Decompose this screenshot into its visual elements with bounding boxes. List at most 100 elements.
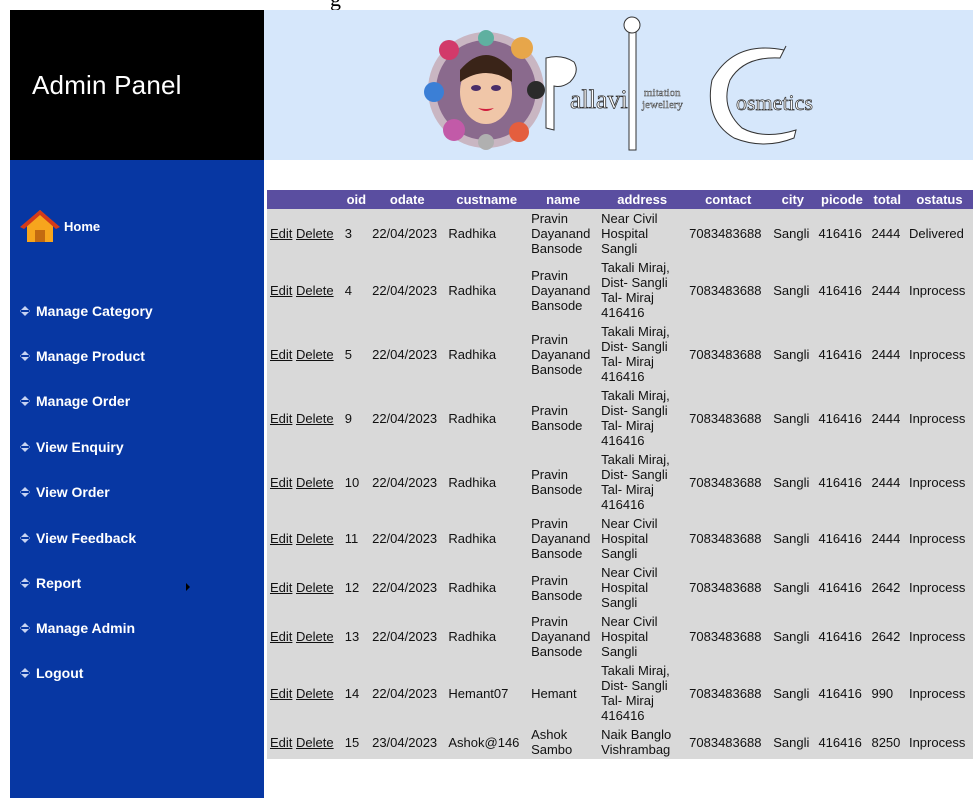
address-line: Tal- Miraj xyxy=(601,693,654,708)
sidebar-item-report[interactable]: Report xyxy=(18,575,81,591)
sidebar-item-manage-order[interactable]: Manage Order xyxy=(18,393,130,409)
cell-oid: 11 xyxy=(344,531,359,546)
delete-link[interactable]: Delete xyxy=(296,531,334,546)
cell-custname: Radhika xyxy=(448,226,497,241)
row-actions: Edit Delete xyxy=(267,322,342,386)
submenu-arrow-icon[interactable] xyxy=(186,583,190,591)
delete-link[interactable]: Delete xyxy=(296,629,334,644)
address-line: Near Civil xyxy=(601,516,658,531)
brand-logo: allavi mitation jewellery osmetics PiC xyxy=(424,16,813,151)
address-line: Takali Miraj, xyxy=(601,452,670,467)
cell-city: Sangli xyxy=(773,226,810,241)
cell-total: 2444 xyxy=(871,226,901,241)
sidebar-item-label: Manage Product xyxy=(36,348,145,364)
name-line: Dayanand xyxy=(531,629,591,644)
address-line: 416416 xyxy=(601,369,645,384)
sidebar-item-label: Home xyxy=(64,218,101,234)
bullet-icon xyxy=(20,487,30,497)
delete-link[interactable]: Delete xyxy=(296,686,334,701)
cell-name: Ashok Sambo xyxy=(528,725,598,759)
edit-link[interactable]: Edit xyxy=(270,283,292,298)
sidebar-item-manage-product[interactable]: Manage Product xyxy=(18,348,145,364)
name-line: Pravin xyxy=(531,516,568,531)
address-line: Dist- Sangli xyxy=(601,275,668,290)
address-line: 416416 xyxy=(601,305,645,320)
delete-link[interactable]: Delete xyxy=(296,580,334,595)
edit-link[interactable]: Edit xyxy=(270,580,292,595)
sidebar-item-manage-category[interactable]: Manage Category xyxy=(18,303,153,319)
sidebar-item-home[interactable]: Home xyxy=(20,208,100,244)
row-actions: Edit Delete xyxy=(267,258,342,322)
edit-link[interactable]: Edit xyxy=(270,735,292,750)
name-line: Sambo xyxy=(531,742,573,757)
cell-address: Near Civil Hospital Sangli xyxy=(598,563,686,612)
cell-name: Pravin Dayanand Bansode xyxy=(528,514,598,563)
column-header-city: city xyxy=(770,190,816,209)
sidebar-item-manage-admin[interactable]: Manage Admin xyxy=(18,620,135,636)
cell-oid: 5 xyxy=(344,346,352,362)
cell-name: Pravin Bansode xyxy=(528,450,598,514)
edit-link[interactable]: Edit xyxy=(270,475,292,490)
edit-link[interactable]: Edit xyxy=(270,411,292,426)
cell-address: Takali Miraj, Dist- Sangli Tal- Miraj 41641… xyxy=(598,258,686,322)
bullet-icon xyxy=(20,306,30,316)
cell-address: Takali Miraj, Dist- Sangli Tal- Miraj 41641… xyxy=(598,322,686,386)
edit-link[interactable]: Edit xyxy=(270,531,292,546)
logo-capital: P xyxy=(556,109,557,111)
cell-address: Takali Miraj, Dist- Sangli Tal- Miraj 41641… xyxy=(598,450,686,514)
bullet-icon xyxy=(20,533,30,543)
sidebar-item-logout[interactable]: Logout xyxy=(18,665,83,681)
column-header-picode: picode xyxy=(815,190,869,209)
cell-custname: Radhika xyxy=(448,346,497,362)
cell-picode: 416416 xyxy=(818,580,862,595)
table-row: Edit Delete 5 22/04/2023 Radhika Pravin Dayan… xyxy=(267,322,973,386)
address-line: Hospital xyxy=(601,580,649,595)
column-header-odate: odate xyxy=(369,190,446,209)
address-line: Dist- Sangli xyxy=(601,403,668,418)
edit-link[interactable]: Edit xyxy=(270,629,292,644)
name-line: Bansode xyxy=(531,482,583,497)
row-actions: Edit Delete xyxy=(267,450,342,514)
cell-contact: 7083483688 xyxy=(689,531,762,546)
cell-odate: 22/04/2023 xyxy=(372,410,438,426)
cell-custname: Hemant07 xyxy=(448,685,509,701)
cell-ostatus: Inprocess xyxy=(908,734,966,750)
cell-picode: 416416 xyxy=(818,531,862,546)
table-header-row: oid odate custname name address contact … xyxy=(267,190,973,209)
delete-link[interactable]: Delete xyxy=(296,475,334,490)
cell-total: 2444 xyxy=(871,346,901,362)
name-line: Dayanand xyxy=(531,282,591,298)
delete-link[interactable]: Delete xyxy=(296,411,334,426)
cell-odate: 22/04/2023 xyxy=(372,685,438,701)
delete-link[interactable]: Delete xyxy=(296,226,334,241)
name-line: Pravin xyxy=(531,572,568,588)
sidebar-item-view-order[interactable]: View Order xyxy=(18,484,110,500)
edit-link[interactable]: Edit xyxy=(270,226,292,241)
makeup-collage-logo xyxy=(424,30,545,150)
edit-link[interactable]: Edit xyxy=(270,347,292,362)
delete-link[interactable]: Delete xyxy=(296,735,334,750)
column-header-total: total xyxy=(868,190,906,209)
cell-odate: 22/04/2023 xyxy=(372,629,438,644)
name-line: Bansode xyxy=(531,644,583,659)
row-actions: Edit Delete xyxy=(267,386,342,450)
row-actions: Edit Delete xyxy=(267,612,342,661)
cell-odate: 23/04/2023 xyxy=(372,734,438,750)
sidebar-item-label: View Feedback xyxy=(36,530,137,546)
cell-total: 2642 xyxy=(871,629,901,644)
orders-table-body: Edit Delete 3 22/04/2023 Radhika Pravin Dayan… xyxy=(267,209,973,759)
row-actions: Edit Delete xyxy=(267,514,342,563)
cell-total: 2444 xyxy=(871,410,901,426)
name-line: Dayanand xyxy=(531,531,591,546)
address-line: Dist- Sangli xyxy=(601,339,668,354)
edit-link[interactable]: Edit xyxy=(270,686,292,701)
delete-link[interactable]: Delete xyxy=(296,283,334,298)
bullet-icon xyxy=(20,396,30,406)
delete-link[interactable]: Delete xyxy=(296,347,334,362)
sidebar-item-view-feedback[interactable]: View Feedback xyxy=(18,530,136,546)
cell-name: Hemant xyxy=(528,661,598,725)
sidebar: Home Manage Category Manage Product Mana… xyxy=(10,160,264,798)
cell-address: Takali Miraj, Dist- Sangli Tal- Miraj 41641… xyxy=(598,386,686,450)
sidebar-item-view-enquiry[interactable]: View Enquiry xyxy=(18,439,124,455)
cell-oid: 15 xyxy=(344,734,360,750)
